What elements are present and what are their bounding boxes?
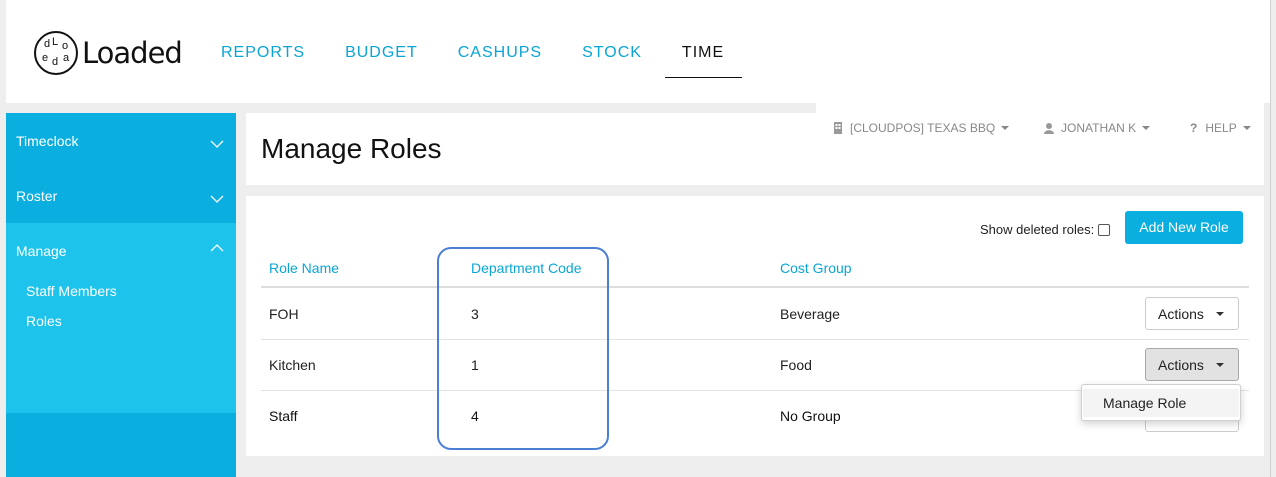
actions-button[interactable]: Actions <box>1145 297 1239 330</box>
sidebar-item-staff-members[interactable]: Staff Members <box>6 283 236 313</box>
actions-button[interactable]: Actions <box>1145 348 1239 381</box>
cell-role-name: Staff <box>269 408 298 424</box>
account-toolbar: [CLOUDPOS] TEXAS BBQ JONATHAN K ? HELP <box>816 103 1264 151</box>
chevron-up-icon <box>210 244 224 252</box>
main-nav: REPORTS BUDGET CASHUPS STOCK TIME <box>221 0 764 103</box>
sidebar-item-label: Roster <box>16 188 58 204</box>
show-deleted-checkbox[interactable] <box>1098 223 1111 236</box>
nav-time[interactable]: TIME <box>664 0 743 78</box>
department-code-highlight <box>437 247 609 450</box>
store-name: [CLOUDPOS] TEXAS BBQ <box>850 121 996 135</box>
logo-letter: o <box>62 40 69 52</box>
page-edge <box>1270 0 1271 477</box>
logo-letter: e <box>42 52 49 64</box>
row-divider <box>261 339 1249 340</box>
logo-text: Loaded <box>82 36 183 70</box>
chevron-down-icon <box>210 140 224 148</box>
add-new-role-button[interactable]: Add New Role <box>1125 211 1243 244</box>
user-name: JONATHAN K <box>1061 121 1137 135</box>
nav-cashups[interactable]: CASHUPS <box>458 0 542 78</box>
caret-down-icon <box>1142 126 1151 130</box>
sidebar-item-label: Manage <box>16 243 67 259</box>
logo-letter: L <box>52 36 59 48</box>
actions-dropdown-menu: Manage Role <box>1081 384 1241 421</box>
cell-cost-group: Food <box>780 357 812 373</box>
sidebar: Timeclock Roster Manage Staff Members Ro… <box>6 113 236 477</box>
building-icon <box>834 122 842 134</box>
sidebar-item-manage[interactable]: Manage <box>6 243 236 283</box>
table-header-divider <box>261 286 1249 288</box>
actions-label: Actions <box>1158 305 1204 322</box>
caret-down-icon <box>1215 362 1224 367</box>
caret-down-icon <box>1242 126 1251 130</box>
user-menu[interactable]: JONATHAN K <box>1044 121 1151 135</box>
menu-item-manage-role[interactable]: Manage Role <box>1083 389 1239 417</box>
question-icon: ? <box>1190 121 1198 135</box>
column-header-cost-group[interactable]: Cost Group <box>780 260 852 276</box>
chevron-down-icon <box>210 195 224 203</box>
cell-role-name: FOH <box>269 306 299 322</box>
column-header-role-name[interactable]: Role Name <box>269 260 339 276</box>
top-bar: d L o e d a Loaded REPORTS BUDGET CASHUP… <box>6 0 1270 103</box>
actions-label: Actions <box>1158 356 1204 373</box>
store-selector[interactable]: [CLOUDPOS] TEXAS BBQ <box>833 121 1010 135</box>
logo-mark-icon: d L o e d a <box>34 31 78 75</box>
caret-down-icon <box>1001 126 1010 130</box>
cell-cost-group: Beverage <box>780 306 840 322</box>
sidebar-section-manage: Manage Staff Members Roles <box>6 223 236 413</box>
cell-role-name: Kitchen <box>269 357 316 373</box>
sidebar-item-roles[interactable]: Roles <box>6 313 236 343</box>
help-menu[interactable]: ? HELP <box>1190 121 1251 135</box>
caret-down-icon <box>1215 311 1224 316</box>
nav-reports[interactable]: REPORTS <box>221 0 305 78</box>
logo-letter: a <box>63 52 70 64</box>
sidebar-item-roster[interactable]: Roster <box>6 168 236 223</box>
sidebar-item-timeclock[interactable]: Timeclock <box>6 113 236 168</box>
nav-budget[interactable]: BUDGET <box>345 0 418 78</box>
logo-letter: d <box>44 38 51 50</box>
nav-stock[interactable]: STOCK <box>582 0 642 78</box>
help-label: HELP <box>1205 121 1237 135</box>
user-icon <box>1044 122 1054 134</box>
cell-cost-group: No Group <box>780 408 841 424</box>
page-title: Manage Roles <box>261 133 442 164</box>
sidebar-item-label: Timeclock <box>16 133 79 149</box>
logo-letter: d <box>52 56 59 68</box>
loaded-logo[interactable]: d L o e d a Loaded <box>34 30 183 76</box>
show-deleted-label: Show deleted roles: <box>980 222 1095 237</box>
show-deleted-toggle: Show deleted roles: <box>980 222 1111 237</box>
